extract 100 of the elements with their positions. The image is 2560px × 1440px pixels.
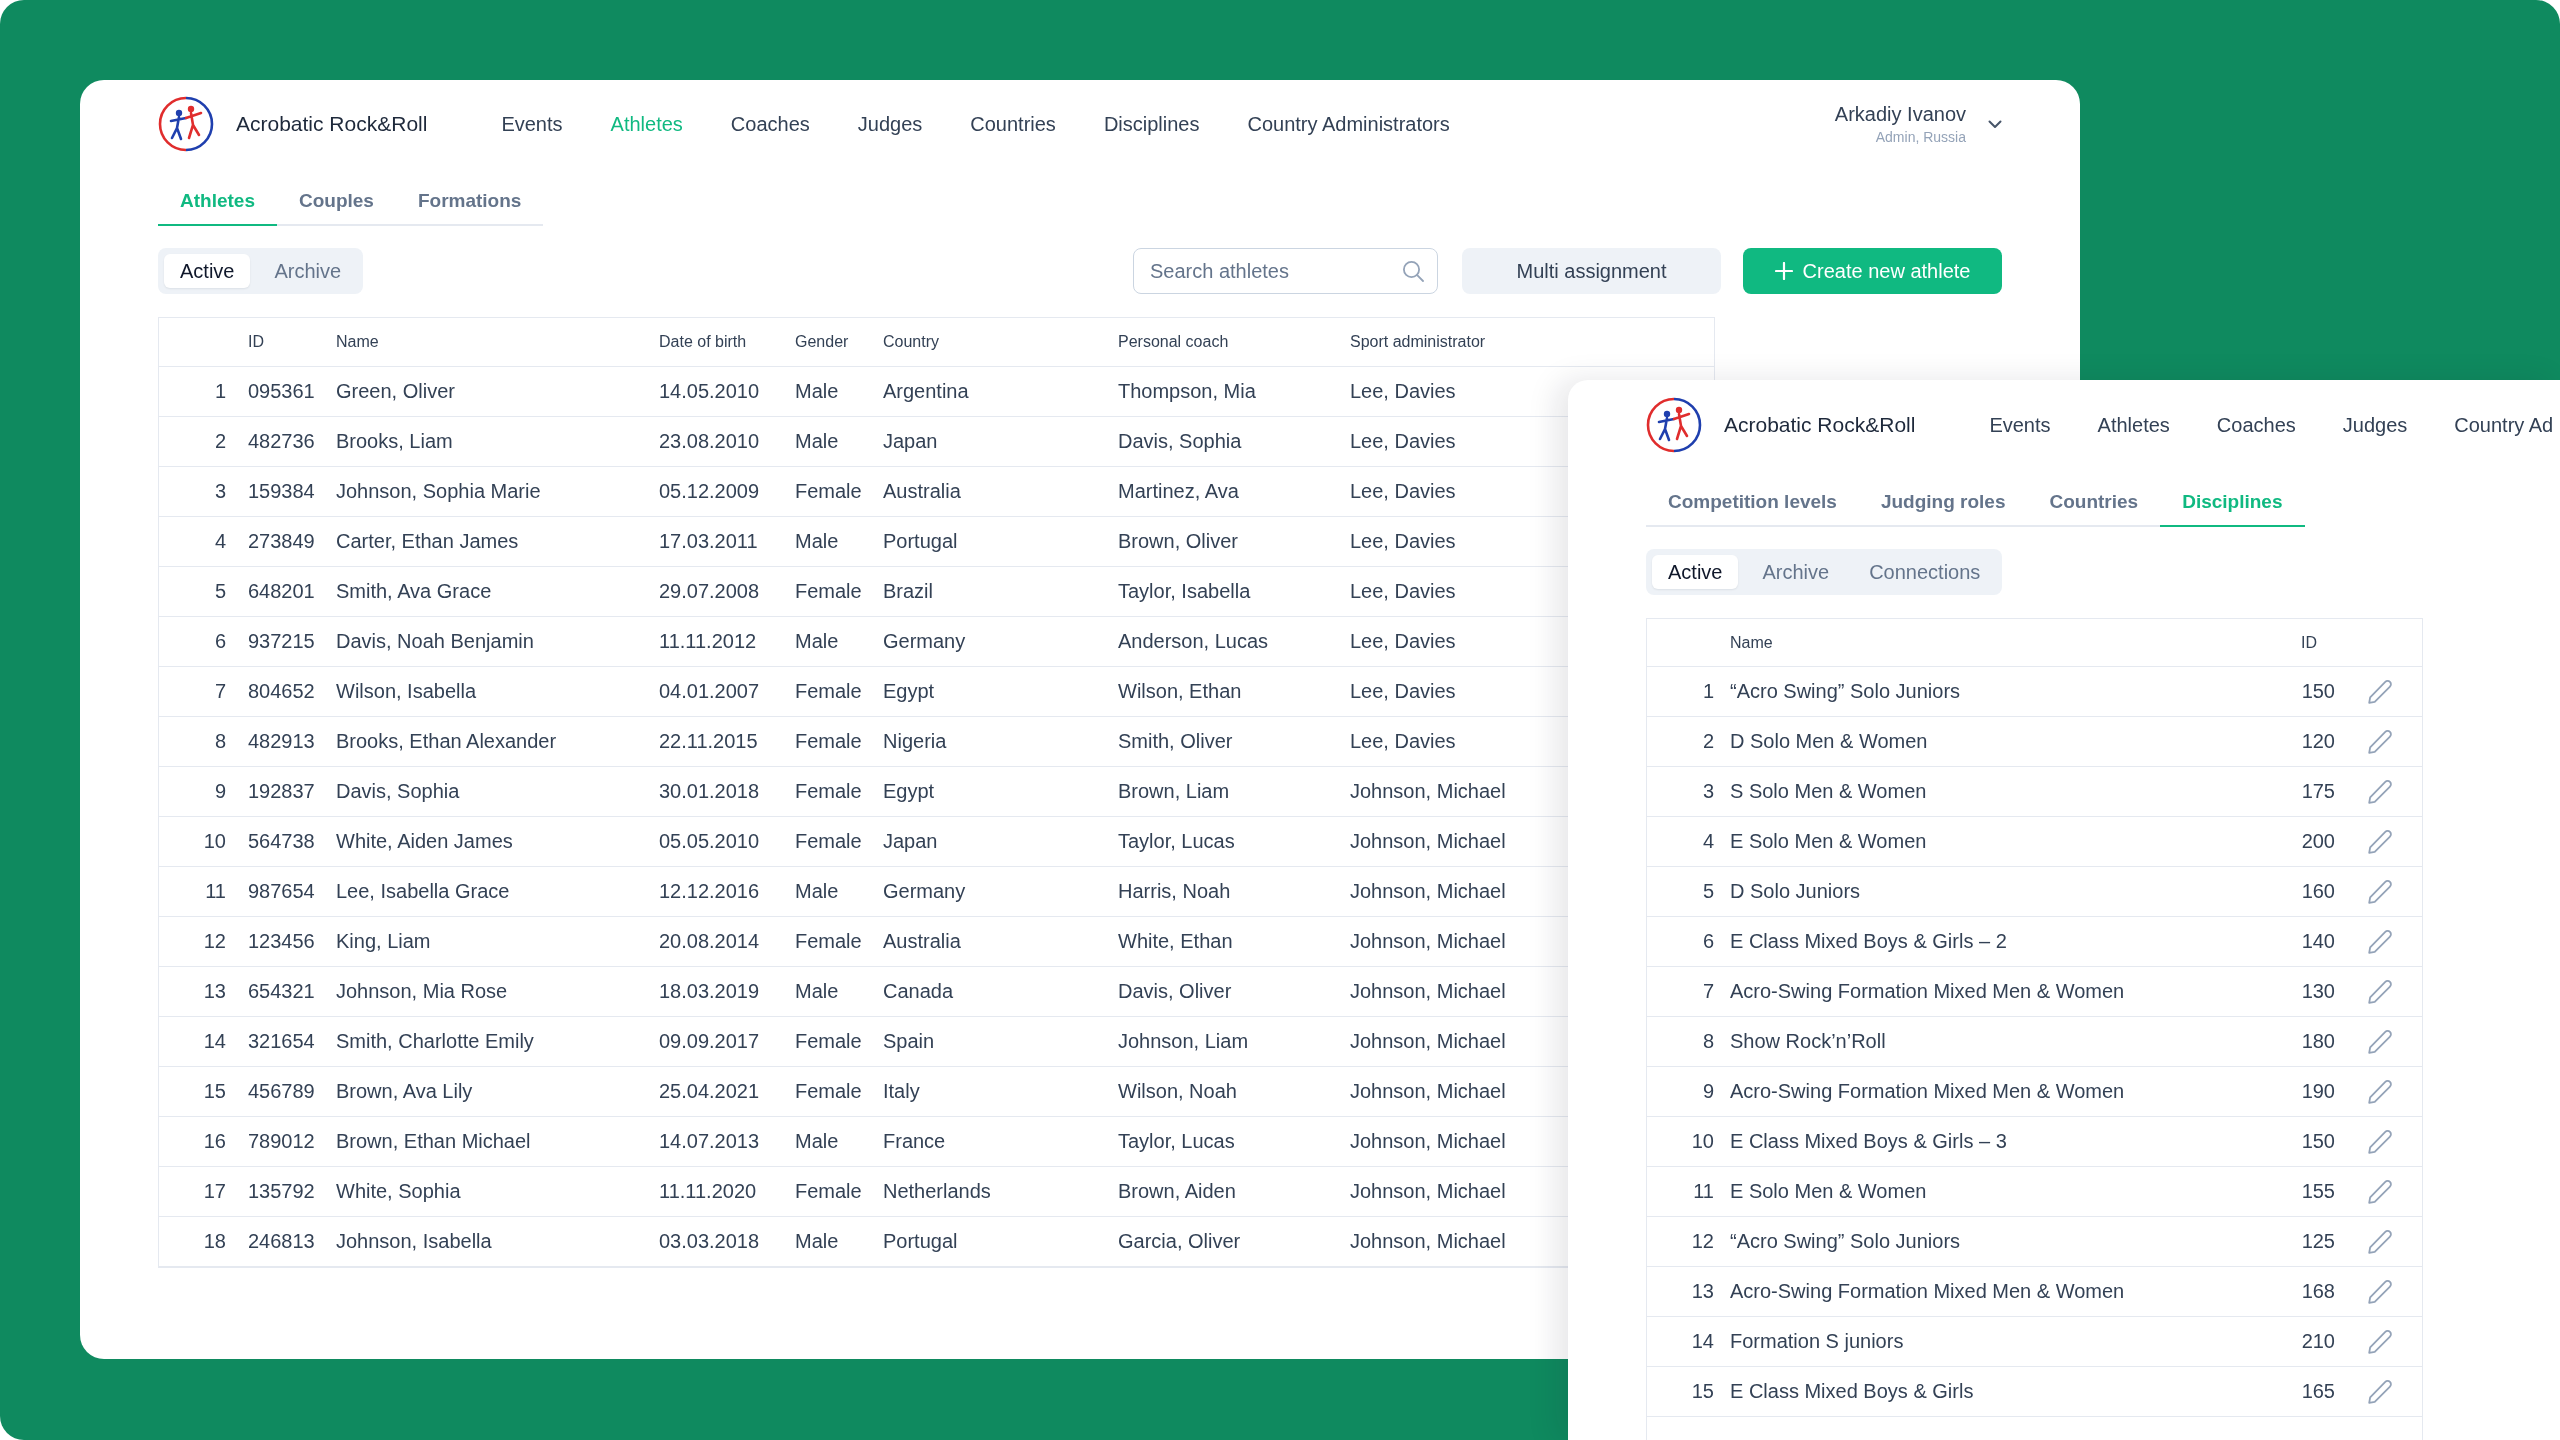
table-cell-text: E Class Mixed Boys & Girls – 3 xyxy=(1730,1130,2008,1153)
table-cell-text: Female xyxy=(795,930,863,953)
table-cell-text: Male xyxy=(795,530,840,553)
nav-link[interactable]: Judges xyxy=(2342,413,2408,437)
nav-link[interactable]: Disciplines xyxy=(1103,112,1200,136)
table-cell-text: Lee, Davies xyxy=(1350,480,1457,503)
table-cell-text: 23.08.2010 xyxy=(659,430,761,453)
nav-link[interactable]: Athletes xyxy=(2097,413,2170,437)
dancers-logo-icon xyxy=(1646,397,1702,453)
table-cell-text: 192837 xyxy=(248,780,316,803)
table-cell-text: Johnson, Michael xyxy=(1350,1030,1507,1053)
table-cell-text: Johnson, Michael xyxy=(1350,880,1507,903)
pencil-icon[interactable] xyxy=(2368,979,2392,1004)
pencil-icon[interactable] xyxy=(2368,1129,2392,1154)
row-number: 16 xyxy=(202,1130,227,1153)
table-cell-text: Female xyxy=(795,580,863,603)
table-cell-text: Egypt xyxy=(883,680,936,703)
table-cell-text: Female xyxy=(795,480,863,503)
table-cell-text: “Acro Swing” Solo Juniors xyxy=(1730,1230,1962,1253)
table-cell-text: 456789 xyxy=(248,1080,316,1103)
table-cell-text: Thompson, Mia xyxy=(1118,380,1257,403)
table-cell-text: 04.01.2007 xyxy=(659,680,761,703)
table-cell-text: Germany xyxy=(883,880,967,903)
tab[interactable]: Couples xyxy=(276,178,396,226)
table-cell-text: Canada xyxy=(883,980,955,1003)
row-number: 12 xyxy=(1690,1230,1715,1253)
row-number: 13 xyxy=(1690,1280,1715,1303)
pencil-icon[interactable] xyxy=(2368,929,2392,954)
table-cell-text: 804652 xyxy=(248,680,316,703)
pencil-icon[interactable] xyxy=(2368,1329,2392,1354)
tab[interactable]: Countries xyxy=(2027,479,2161,527)
nav-link[interactable]: Coaches xyxy=(2216,413,2296,437)
column-header: Sport administrator xyxy=(1350,333,1487,351)
table-cell-text: 11.11.2012 xyxy=(659,630,758,653)
table-cell-text: White, Aiden James xyxy=(336,830,514,853)
table-cell-text: Lee, Davies xyxy=(1350,530,1457,553)
row-number: 7 xyxy=(1701,980,1715,1003)
filter-tab[interactable]: Archive xyxy=(1746,555,1846,589)
nav-link[interactable]: Country Administrators xyxy=(1247,112,1450,136)
filter-tab[interactable]: Connections xyxy=(1853,555,1997,589)
row-number: 10 xyxy=(202,830,227,853)
nav-link[interactable]: Countries xyxy=(970,112,1056,136)
nav-link[interactable]: Events xyxy=(1989,413,2051,437)
table-cell: 140 xyxy=(2301,930,2335,953)
pencil-icon[interactable] xyxy=(2368,729,2392,754)
table-cell-text: Female xyxy=(795,730,863,753)
table-cell-text: 22.11.2015 xyxy=(659,730,759,753)
table-cell-text: Wilson, Ethan xyxy=(1118,680,1243,703)
table-cell-text: Female xyxy=(795,780,863,803)
assign-button[interactable]: Multi assignment xyxy=(1462,248,1721,294)
table-cell-text: Johnson, Michael xyxy=(1350,780,1507,803)
tab[interactable]: Competition levels xyxy=(1646,479,1859,527)
table-cell-text: 05.05.2010 xyxy=(659,830,761,853)
pencil-icon[interactable] xyxy=(2368,1379,2392,1404)
table-cell-text: Taylor, Isabella xyxy=(1118,580,1252,603)
filter-tab[interactable]: Active xyxy=(1652,555,1739,589)
table-cell-text: 654321 xyxy=(248,980,316,1003)
row-number: 15 xyxy=(202,1080,227,1103)
filter-tab[interactable]: Active xyxy=(164,254,251,288)
pencil-icon[interactable] xyxy=(2368,1079,2392,1104)
table-cell: 120 xyxy=(2301,730,2335,753)
row-number: 8 xyxy=(1701,1030,1715,1053)
app-title: Acrobatic Rock&Roll xyxy=(236,112,428,136)
table-cell-text: Johnson, Michael xyxy=(1350,980,1507,1003)
table-cell-text: Male xyxy=(795,1230,840,1253)
pencil-icon[interactable] xyxy=(2368,1279,2392,1304)
row-number: 5 xyxy=(213,580,227,603)
table-cell-text: Spain xyxy=(883,1030,936,1053)
pencil-icon[interactable] xyxy=(2368,879,2392,904)
table-cell-text: Johnson, Michael xyxy=(1350,1130,1507,1153)
table-cell-text: 30.01.2018 xyxy=(659,780,761,803)
row-number: 11 xyxy=(1692,1180,1715,1203)
row-number: 6 xyxy=(213,630,227,653)
table-cell-text: Garcia, Oliver xyxy=(1118,1230,1242,1253)
chevron-down-icon[interactable] xyxy=(1988,119,2002,129)
table-cell-text: Johnson, Michael xyxy=(1350,930,1507,953)
nav-link[interactable]: Events xyxy=(501,112,563,136)
search-icon xyxy=(1402,260,1424,282)
column-header: Name xyxy=(336,333,380,351)
nav-link[interactable]: Country Ad xyxy=(2454,413,2554,437)
nav-link[interactable]: Judges xyxy=(857,112,923,136)
filter-tab[interactable]: Archive xyxy=(258,254,358,288)
pencil-icon[interactable] xyxy=(2368,1229,2392,1254)
tab[interactable]: Judging roles xyxy=(1858,479,2028,527)
table-cell-text: Carter, Ethan James xyxy=(336,530,520,553)
pencil-icon[interactable] xyxy=(2368,1179,2392,1204)
pencil-icon[interactable] xyxy=(2368,829,2392,854)
pencil-icon[interactable] xyxy=(2368,779,2392,804)
table-cell-text: Johnson, Michael xyxy=(1350,1080,1507,1103)
pencil-icon[interactable] xyxy=(2368,679,2392,704)
table-cell-text: Taylor, Lucas xyxy=(1118,830,1236,853)
nav-link[interactable]: Coaches xyxy=(730,112,810,136)
table-cell: 175 xyxy=(2301,780,2335,803)
table-cell-text: 03.03.2018 xyxy=(659,1230,761,1253)
table-cell-text: 095361 xyxy=(248,380,316,403)
table-cell-text: Netherlands xyxy=(883,1180,992,1203)
table-cell: 130 xyxy=(2301,980,2335,1003)
pencil-icon[interactable] xyxy=(2368,1029,2392,1054)
tab[interactable]: Formations xyxy=(395,178,544,226)
search-field[interactable]: Search athletes xyxy=(1133,248,1438,294)
